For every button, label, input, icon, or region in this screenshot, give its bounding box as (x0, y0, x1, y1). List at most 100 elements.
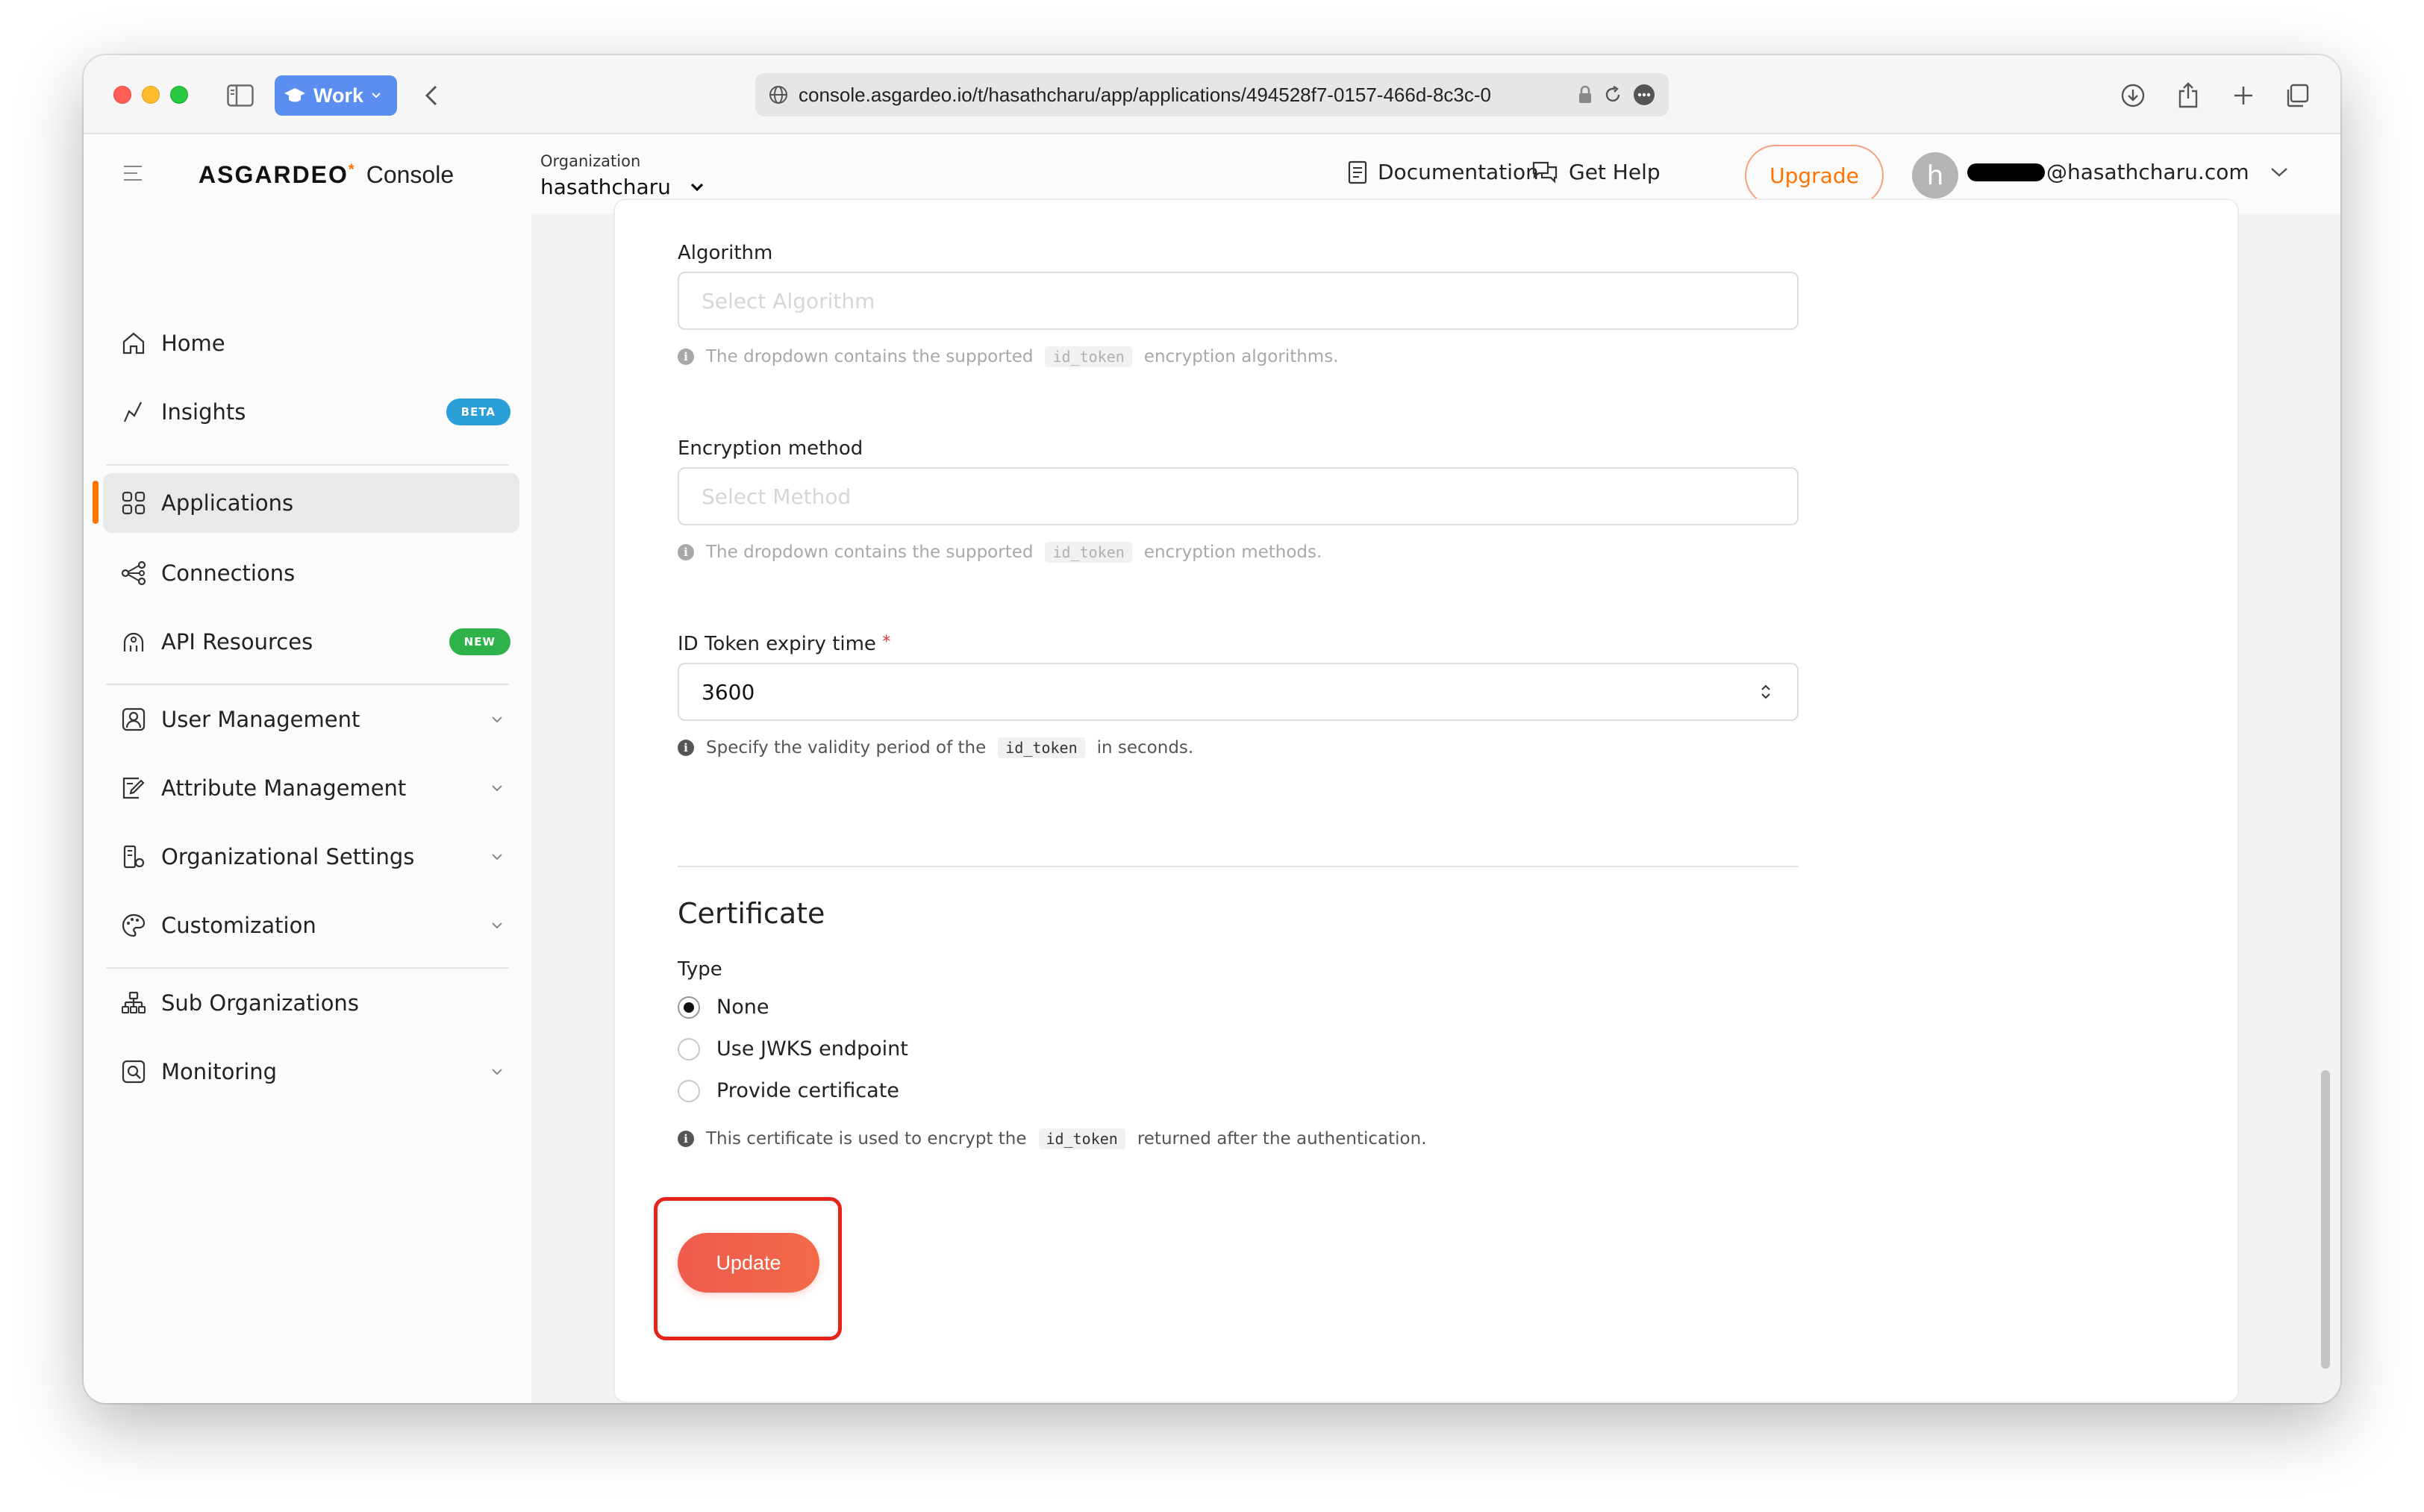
radio-button[interactable] (678, 1079, 700, 1102)
org-tree-icon (119, 989, 148, 1017)
sidebar-item-label: User Management (161, 707, 360, 732)
encryption-method-hint: i The dropdown contains the supported id… (678, 542, 1322, 563)
avatar[interactable]: h (1912, 152, 1958, 199)
upgrade-button[interactable]: Upgrade (1745, 145, 1884, 206)
close-window-button[interactable] (113, 86, 131, 104)
sidebar-item-insights[interactable]: Insights BETA (103, 382, 519, 442)
profile-label: Work (313, 84, 364, 107)
lock-icon (1578, 85, 1593, 104)
algorithm-placeholder: Select Algorithm (702, 288, 875, 313)
chevron-down-icon (371, 92, 381, 99)
algorithm-select[interactable]: Select Algorithm (678, 272, 1799, 330)
beta-badge: BETA (446, 399, 510, 425)
hint-text: The dropdown contains the supported (706, 347, 1034, 366)
sidebar-item-user-management[interactable]: User Management (103, 690, 519, 749)
section-divider (678, 866, 1799, 867)
hint-code: id_token (998, 737, 1085, 758)
update-button[interactable]: Update (678, 1233, 819, 1293)
brand-logo[interactable]: ASGARDEO* Console (199, 161, 454, 189)
brand-name: ASGARDEO (199, 161, 349, 188)
chat-bubbles-icon (1531, 160, 1558, 184)
active-indicator (93, 481, 99, 524)
globe-icon (769, 85, 788, 104)
sidebar-item-applications[interactable]: Applications (103, 473, 519, 533)
settings-card: Algorithm Select Algorithm i The dropdow… (613, 199, 2239, 1403)
radio-option-provide-certificate[interactable]: Provide certificate (678, 1079, 899, 1102)
new-tab-plus-icon[interactable] (2228, 81, 2258, 110)
documentation-label: Documentation (1378, 160, 1539, 184)
chevron-down-icon (690, 183, 704, 192)
get-help-link[interactable]: Get Help (1531, 160, 1661, 184)
browser-toolbar: Work console.asgardeo.io/t/hasathcharu/a… (84, 55, 2340, 134)
info-icon: i (678, 544, 694, 560)
download-icon[interactable] (2118, 81, 2148, 110)
id-token-expiry-label: ID Token expiry time * (678, 633, 890, 655)
hint-text: in seconds. (1096, 738, 1194, 757)
sidebar-item-attribute-management[interactable]: Attribute Management (103, 758, 519, 818)
id-token-expiry-label-text: ID Token expiry time (678, 633, 876, 655)
address-bar[interactable]: console.asgardeo.io/t/hasathcharu/app/ap… (755, 73, 1669, 116)
back-arrow-icon[interactable] (416, 81, 446, 110)
organization-name: hasathcharu (540, 175, 671, 199)
radio-button[interactable] (678, 1037, 700, 1060)
organization-label: Organization (540, 152, 641, 170)
connections-icon (119, 559, 148, 587)
hint-text: returned after the authentication. (1137, 1129, 1427, 1149)
id-token-expiry-hint: i Specify the validity period of the id_… (678, 737, 1193, 758)
api-resources-icon (119, 628, 148, 656)
hint-code: id_token (1038, 1128, 1125, 1149)
required-mark: * (882, 633, 891, 652)
sidebar-item-label: Applications (161, 490, 294, 516)
sidebar-item-organizational-settings[interactable]: Organizational Settings (103, 827, 519, 887)
chevron-down-icon (488, 710, 506, 728)
sidebar-divider (106, 464, 509, 466)
hint-text: encryption methods. (1143, 543, 1322, 562)
chevron-down-icon (2270, 167, 2288, 178)
user-menu[interactable]: @hasathcharu.com (1967, 160, 2288, 184)
info-icon: i (678, 349, 694, 365)
menu-icon[interactable] (122, 164, 143, 182)
encryption-method-select[interactable]: Select Method (678, 467, 1799, 525)
sidebar-toggle-icon[interactable] (225, 81, 255, 110)
sidebar: Home Insights BETA Applications Connecti… (84, 213, 531, 1403)
sidebar-item-label: Attribute Management (161, 775, 407, 801)
zoom-window-button[interactable] (170, 86, 188, 104)
radio-option-none[interactable]: None (678, 996, 769, 1019)
sidebar-item-label: Home (161, 331, 225, 356)
main-content: Algorithm Select Algorithm i The dropdow… (531, 199, 2340, 1403)
sidebar-item-home[interactable]: Home (103, 313, 519, 373)
profile-work-button[interactable]: Work (275, 75, 397, 116)
scrollbar[interactable] (2321, 1070, 2330, 1369)
sidebar-item-api-resources[interactable]: API Resources NEW (103, 612, 519, 672)
hint-text: This certificate is used to encrypt the (706, 1129, 1027, 1149)
certificate-title: Certificate (678, 897, 825, 930)
sidebar-item-connections[interactable]: Connections (103, 543, 519, 603)
stepper-icon[interactable] (1760, 682, 1772, 702)
radio-option-use-jwks-endpoint[interactable]: Use JWKS endpoint (678, 1037, 908, 1060)
graduation-cap-icon (284, 87, 306, 104)
algorithm-hint: i The dropdown contains the supported id… (678, 346, 1339, 367)
certificate-hint: i This certificate is used to encrypt th… (678, 1128, 1427, 1149)
line-chart-icon (119, 398, 148, 426)
reload-icon[interactable] (1603, 85, 1622, 104)
sidebar-divider (106, 967, 509, 969)
radio-button[interactable] (678, 996, 700, 1019)
grid-apps-icon (119, 489, 148, 517)
algorithm-label: Algorithm (678, 242, 773, 264)
share-icon[interactable] (2173, 81, 2203, 110)
sidebar-item-customization[interactable]: Customization (103, 896, 519, 955)
radio-label: Provide certificate (716, 1079, 899, 1102)
sidebar-item-monitoring[interactable]: Monitoring (103, 1042, 519, 1102)
more-options-icon[interactable] (1633, 84, 1655, 106)
tab-overview-icon[interactable] (2282, 81, 2312, 110)
organization-switcher[interactable]: hasathcharu (540, 175, 704, 199)
certificate-type-label: Type (678, 958, 722, 981)
hint-text: The dropdown contains the supported (706, 543, 1034, 562)
sidebar-item-sub-organizations[interactable]: Sub Organizations (103, 973, 519, 1033)
sidebar-item-label: Customization (161, 913, 316, 938)
info-icon: i (678, 1131, 694, 1147)
sidebar-item-label: Organizational Settings (161, 844, 415, 869)
documentation-link[interactable]: Documentation (1348, 160, 1539, 184)
id-token-expiry-input[interactable]: 3600 (678, 663, 1799, 721)
minimize-window-button[interactable] (142, 86, 160, 104)
